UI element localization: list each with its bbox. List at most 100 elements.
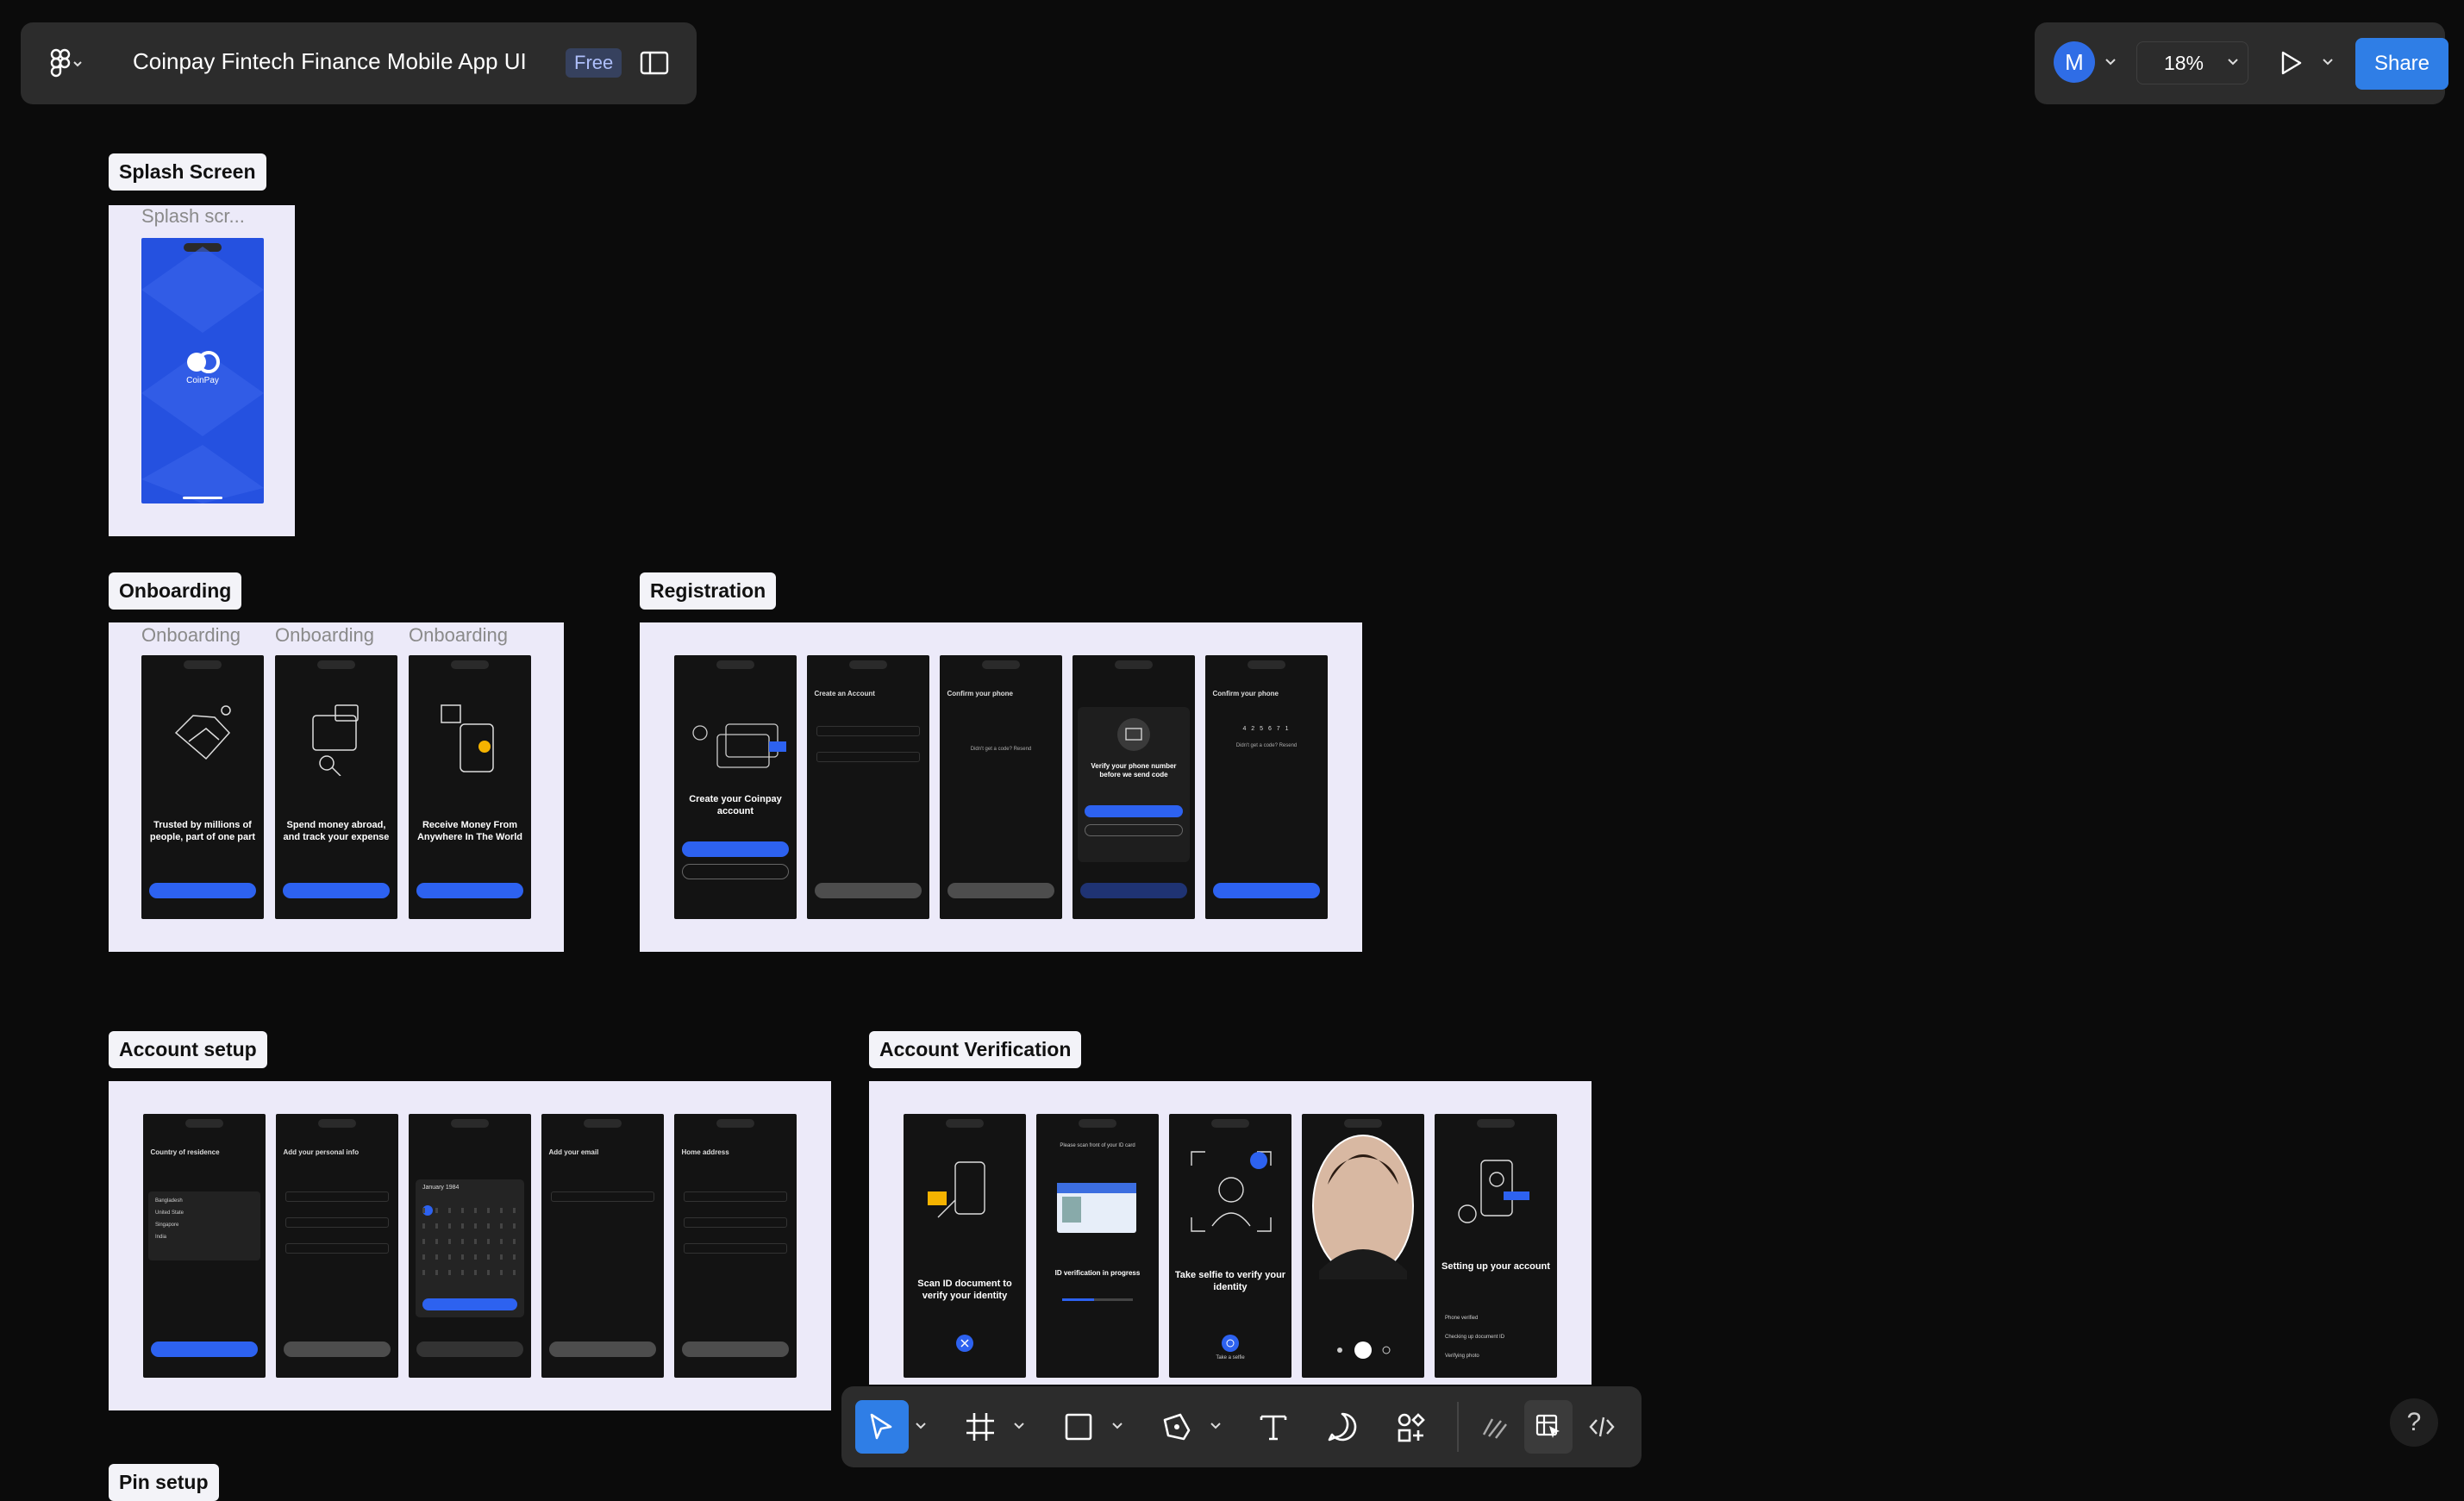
screen-title: Home address [681, 1148, 729, 1156]
design-mode-button[interactable] [1524, 1400, 1573, 1454]
verification-phone-5[interactable]: Setting up your account Phone verified C… [1435, 1114, 1557, 1378]
verification-phone-1[interactable]: Scan ID document to verify your identity [904, 1114, 1026, 1378]
main-menu-button[interactable] [47, 47, 105, 81]
scan-button-icon[interactable] [956, 1335, 973, 1352]
country-option[interactable]: Bangladesh [155, 1195, 253, 1207]
yes-button[interactable] [1084, 805, 1184, 817]
postcode-field[interactable] [684, 1243, 787, 1254]
verification-phone-4[interactable] [1302, 1114, 1424, 1378]
next-button[interactable] [416, 883, 524, 898]
section-frame-splash[interactable]: Splash scr... CoinPay [109, 205, 295, 536]
country-option[interactable]: India [155, 1231, 253, 1243]
resend-hint[interactable]: Didn't get a code? Resend [940, 747, 1062, 752]
log-in-button[interactable] [681, 864, 790, 879]
take-selfie-label[interactable]: Take a selfie [1169, 1355, 1291, 1360]
email-field[interactable] [551, 1191, 654, 1202]
section-label-registration[interactable]: Registration [640, 572, 777, 610]
sign-up-button[interactable] [814, 883, 922, 898]
calendar-picker[interactable]: January 1984 [416, 1179, 524, 1317]
resend-hint[interactable]: Didn't get a code? Resend [1205, 743, 1328, 748]
section-label-onboarding[interactable]: Onboarding [109, 572, 242, 610]
city-field[interactable] [684, 1217, 787, 1228]
account-setup-phone-1[interactable]: Country of residence Bangladesh United S… [143, 1114, 266, 1378]
present-play-icon[interactable] [2276, 48, 2305, 78]
draw-mode-button[interactable] [1471, 1400, 1519, 1454]
address-field[interactable] [684, 1191, 787, 1202]
continue-button[interactable] [681, 1342, 790, 1357]
password-field[interactable] [816, 752, 920, 762]
section-label-account-verification[interactable]: Account Verification [869, 1031, 1082, 1068]
no-button[interactable] [1084, 824, 1184, 836]
splash-phone[interactable]: CoinPay [141, 238, 264, 503]
sidebar-toggle-icon[interactable] [640, 50, 669, 76]
text-tool-button[interactable] [1247, 1400, 1300, 1454]
onboarding-phone-1[interactable]: Trusted by millions of people, part of o… [141, 655, 264, 919]
section-frame-registration[interactable]: Create your Coinpay account Create an Ac… [640, 622, 1362, 952]
frame-name[interactable]: Onboarding [141, 624, 241, 647]
date-of-birth-field[interactable] [285, 1243, 389, 1254]
full-name-field[interactable] [285, 1191, 389, 1202]
sign-up-button[interactable] [1079, 883, 1188, 898]
registration-phone-5[interactable]: Confirm your phone 4 2 5 6 7 1 Didn't ge… [1205, 655, 1328, 919]
chevron-down-icon[interactable] [2321, 55, 2335, 69]
registration-phone-1[interactable]: Create your Coinpay account [674, 655, 797, 919]
otp-code[interactable]: 4 2 5 6 7 1 [1205, 726, 1328, 732]
section-frame-onboarding[interactable]: Onboarding Onboarding Onboarding Trusted… [109, 622, 564, 952]
camera-button-icon[interactable] [1222, 1335, 1239, 1352]
section-frame-account-verification[interactable]: Scan ID document to verify your identity… [869, 1081, 1592, 1385]
section-label-account-setup[interactable]: Account setup [109, 1031, 267, 1068]
frame-name[interactable]: Onboarding [409, 624, 508, 647]
confirm-button[interactable] [422, 1298, 518, 1310]
country-dropdown[interactable]: Bangladesh United State Singapore India [148, 1191, 260, 1260]
frame-name[interactable]: Splash scr... [141, 205, 245, 228]
help-button[interactable]: ? [2390, 1398, 2438, 1447]
chevron-down-icon[interactable] [914, 1419, 928, 1433]
chevron-down-icon[interactable] [2104, 55, 2117, 69]
shape-tool-button[interactable] [1052, 1400, 1105, 1454]
country-option[interactable]: Singapore [155, 1219, 253, 1231]
continue-button[interactable] [416, 1342, 524, 1357]
verification-phone-2[interactable]: Please scan front of your ID card ID ver… [1036, 1114, 1159, 1378]
username-field[interactable] [285, 1217, 389, 1228]
frame-name[interactable]: Onboarding [275, 624, 374, 647]
section-frame-account-setup[interactable]: Country of residence Bangladesh United S… [109, 1081, 831, 1410]
verify-button[interactable] [1212, 883, 1321, 898]
move-tool-button[interactable] [855, 1400, 909, 1454]
frame-tool-button[interactable] [954, 1400, 1007, 1454]
account-setup-phone-3[interactable]: January 1984 [409, 1114, 531, 1378]
continue-button[interactable] [150, 1342, 259, 1357]
phone-field[interactable] [816, 726, 920, 736]
assets-tool-button[interactable] [1385, 1400, 1438, 1454]
chevron-down-icon[interactable] [1012, 1419, 1026, 1433]
section-label-splash[interactable]: Splash Screen [109, 153, 266, 191]
file-title[interactable]: Coinpay Fintech Finance Mobile App UI [133, 48, 527, 75]
registration-phone-2[interactable]: Create an Account [807, 655, 929, 919]
chevron-down-icon[interactable] [1209, 1419, 1223, 1433]
sign-up-button[interactable] [681, 841, 790, 857]
verify-button[interactable] [947, 883, 1055, 898]
section-label-pin-setup[interactable]: Pin setup [109, 1464, 219, 1501]
account-setup-phone-4[interactable]: Add your email [541, 1114, 664, 1378]
share-button[interactable]: Share [2355, 38, 2448, 90]
dev-mode-button[interactable] [1578, 1400, 1626, 1454]
figma-logo-icon [50, 48, 82, 78]
next-button[interactable] [282, 883, 391, 898]
registration-phone-4[interactable]: Verify your phone number before we send … [1073, 655, 1195, 919]
chevron-down-icon[interactable] [1110, 1419, 1124, 1433]
pen-tool-button[interactable] [1150, 1400, 1204, 1454]
continue-button[interactable] [548, 1342, 657, 1357]
country-option[interactable]: United State [155, 1207, 253, 1219]
account-setup-phone-5[interactable]: Home address [674, 1114, 797, 1378]
comment-tool-button[interactable] [1316, 1400, 1369, 1454]
user-avatar[interactable]: M [2054, 41, 2095, 83]
plan-badge[interactable]: Free [566, 48, 622, 78]
account-setup-phone-2[interactable]: Add your personal info [276, 1114, 398, 1378]
onboarding-phone-2[interactable]: Spend money abroad, and track your expen… [275, 655, 397, 919]
registration-phone-3[interactable]: Confirm your phone Didn't get a code? Re… [940, 655, 1062, 919]
camera-controls[interactable] [1333, 1340, 1393, 1360]
chevron-down-icon[interactable] [2226, 55, 2240, 69]
onboarding-phone-3[interactable]: Receive Money From Anywhere In The World [409, 655, 531, 919]
next-button[interactable] [148, 883, 257, 898]
continue-button[interactable] [283, 1342, 391, 1357]
verification-phone-3[interactable]: Take selfie to verify your identity Take… [1169, 1114, 1291, 1378]
